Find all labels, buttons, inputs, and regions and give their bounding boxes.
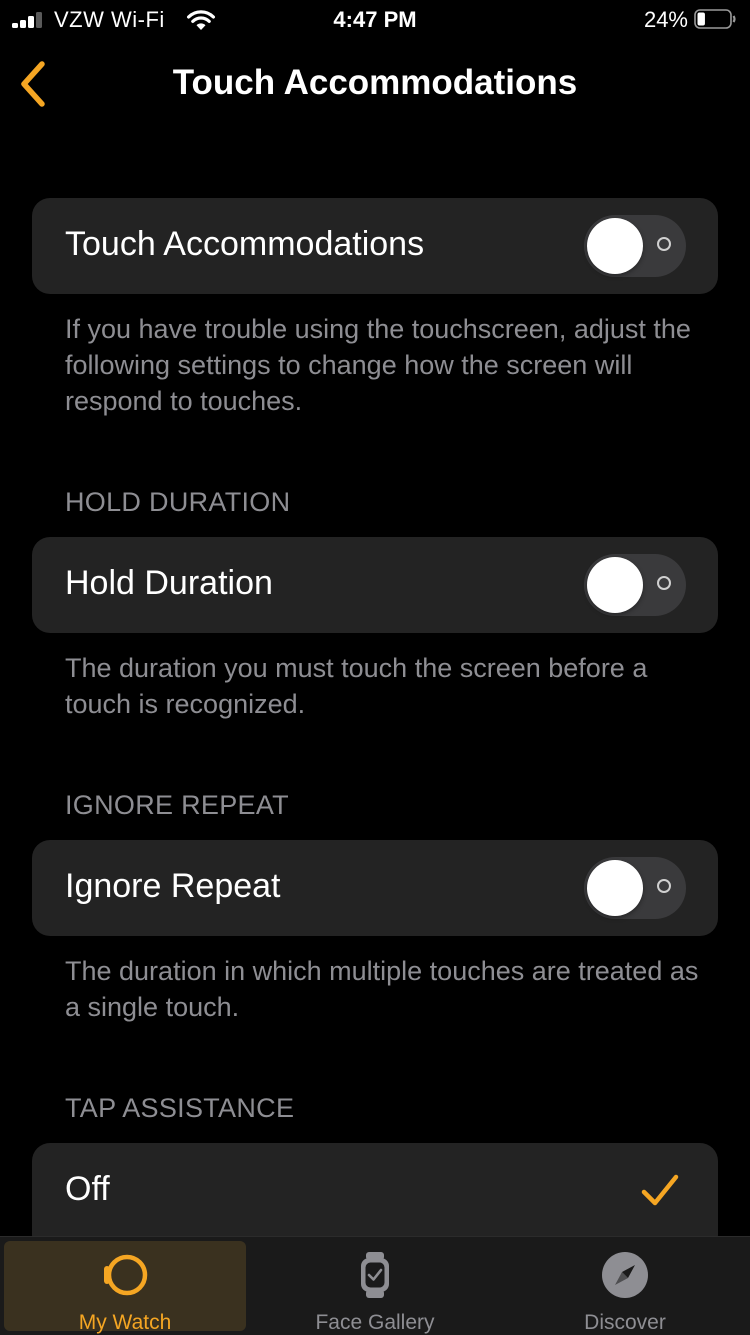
ignore-repeat-section-header: IGNORE REPEAT [65,790,289,820]
toggle-off-indicator-icon [657,237,671,251]
tap-assistance-section-header: TAP ASSISTANCE [65,1093,295,1123]
status-time: 4:47 PM [333,7,417,32]
ignore-repeat-cell: Ignore Repeat [32,840,718,936]
tab-label: Discover [584,1311,666,1334]
watch-icon [104,1254,148,1296]
toggle-knob [587,218,643,274]
hold-duration-cell: Hold Duration [32,537,718,633]
tab-face-gallery[interactable]: Face Gallery [254,1241,496,1334]
status-bar: VZW Wi-Fi 4:47 PM 24% [0,0,750,40]
battery-icon [694,9,736,29]
hold-duration-description: The duration you must touch the screen b… [65,653,648,719]
compass-icon [602,1252,648,1298]
touch-accommodations-toggle[interactable] [584,215,686,277]
tap-assistance-off-label: Off [65,1170,110,1208]
toggle-off-indicator-icon [657,879,671,893]
toggle-off-indicator-icon [657,576,671,590]
toggle-knob [587,860,643,916]
navigation-bar: Touch Accommodations [0,40,750,128]
toggle-knob [587,557,643,613]
touch-accommodations-cell: Touch Accommodations [32,198,718,294]
tab-my-watch[interactable]: My Watch [4,1241,246,1334]
touch-accommodations-label: Touch Accommodations [65,225,425,263]
tab-discover[interactable]: Discover [504,1241,746,1334]
ignore-repeat-toggle[interactable] [584,857,686,919]
ignore-repeat-description: The duration in which multiple touches a… [65,956,699,1022]
face-gallery-icon [361,1252,389,1298]
hold-duration-section-header: HOLD DURATION [65,487,291,517]
tab-label: My Watch [78,1311,172,1334]
hold-duration-label: Hold Duration [65,564,273,602]
battery-percentage: 24% [643,7,688,32]
checkmark-icon [641,1174,679,1206]
tab-bar: My Watch Face Gallery Discover [0,1236,750,1335]
touch-accommodations-description: If you have trouble using the touchscree… [65,314,691,416]
hold-duration-toggle[interactable] [584,554,686,616]
ignore-repeat-label: Ignore Repeat [65,867,281,905]
page-title: Touch Accommodations [172,63,578,102]
tab-label: Face Gallery [315,1311,435,1334]
